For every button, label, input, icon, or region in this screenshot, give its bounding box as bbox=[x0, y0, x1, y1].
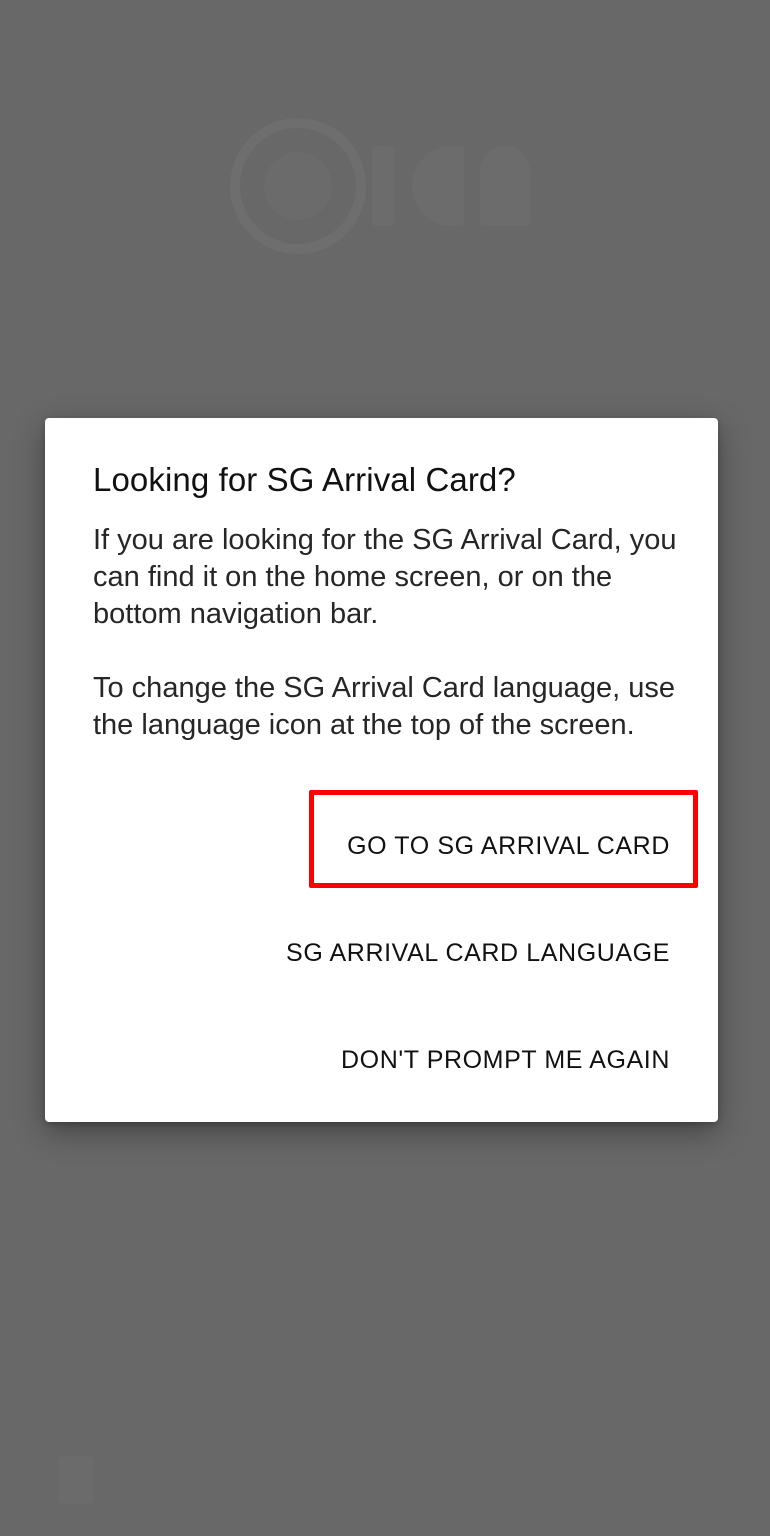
sg-arrival-card-language-button[interactable]: SG ARRIVAL CARD LANGUAGE bbox=[286, 939, 670, 968]
dialog-paragraph-change-language: To change the SG Arrival Card language, … bbox=[93, 672, 675, 741]
dont-prompt-again-button[interactable]: DON'T PROMPT ME AGAIN bbox=[341, 1046, 670, 1075]
ica-logo-icon bbox=[222, 110, 542, 270]
dialog-message: If you are looking for the SG Arrival Ca… bbox=[93, 522, 683, 744]
arrival-card-dialog: Looking for SG Arrival Card? If you are … bbox=[45, 418, 718, 1122]
logo-emblem bbox=[264, 152, 332, 220]
logo-letters bbox=[372, 146, 532, 226]
background-icon bbox=[58, 1456, 94, 1504]
dialog-title: Looking for SG Arrival Card? bbox=[93, 461, 516, 498]
go-to-sg-arrival-card-button[interactable]: GO TO SG ARRIVAL CARD bbox=[347, 832, 670, 861]
dialog-paragraph-find-card: If you are looking for the SG Arrival Ca… bbox=[93, 524, 677, 630]
